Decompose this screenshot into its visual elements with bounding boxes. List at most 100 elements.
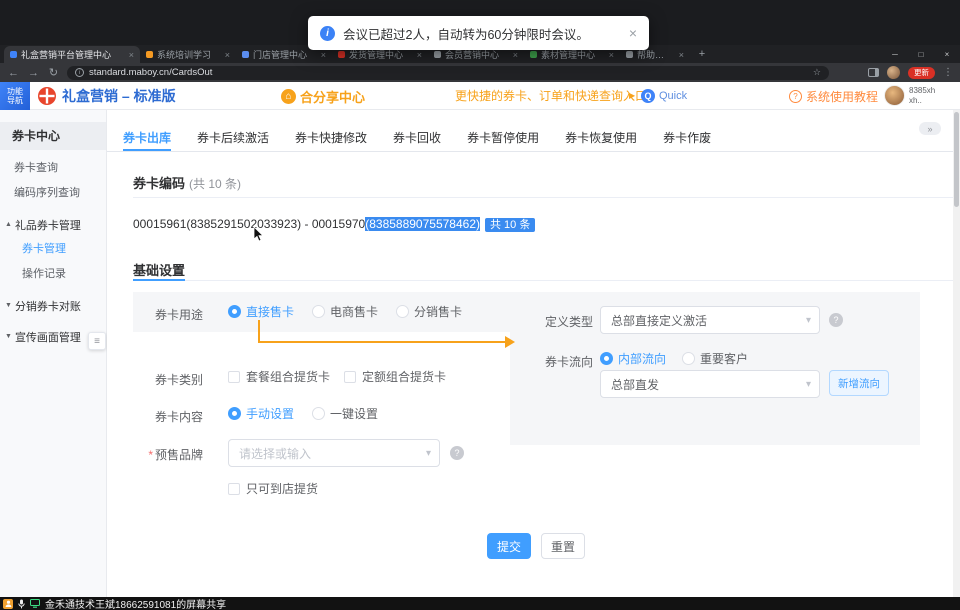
browser-profile-avatar[interactable] [887, 66, 900, 79]
side-panel-icon[interactable] [868, 68, 879, 77]
sidebar-group-gift-card-management[interactable]: ▲ 礼品券卡管理 [0, 212, 106, 237]
chrome-update-button[interactable]: 更新 [908, 67, 935, 79]
back-icon[interactable]: ← [7, 67, 20, 79]
tab-card-recycle[interactable]: 券卡回收 [393, 125, 441, 151]
checkbox-fixed-combo-pickup-card[interactable]: 定额组合提货卡 [344, 368, 446, 385]
radio-label: 分销售卡 [414, 303, 462, 320]
tab-title: 门店管理中心 [253, 48, 315, 61]
add-flow-button[interactable]: 新增流向 [829, 370, 889, 396]
toolbar-right: 更新 ⋮ [868, 66, 953, 79]
radio-label: 重要客户 [700, 350, 748, 367]
tab-close-icon[interactable]: × [513, 50, 518, 60]
reset-button[interactable]: 重置 [541, 533, 585, 559]
tab-card-pause[interactable]: 券卡暂停使用 [467, 125, 539, 151]
flow-value: 总部直发 [611, 376, 659, 393]
tab-close-icon[interactable]: × [321, 50, 326, 60]
sidebar-item-code-sequence-query[interactable]: 编码序列查询 [0, 181, 106, 206]
scrollbar-thumb[interactable] [954, 112, 959, 207]
site-info-icon[interactable]: i [75, 68, 84, 77]
checkbox-store-pickup-only[interactable]: 只可到店提货 [228, 480, 318, 497]
tab-close-icon[interactable]: × [129, 50, 134, 60]
radio-one-click-setup[interactable]: 一键设置 [312, 405, 378, 422]
tab-title: 系统培训学习 [157, 48, 219, 61]
forward-icon[interactable]: → [27, 67, 40, 79]
browser-menu-icon[interactable]: ⋮ [943, 67, 953, 78]
tab-close-icon[interactable]: × [417, 50, 422, 60]
flow-select[interactable]: 总部直发 ▾ [600, 370, 820, 398]
tab-card-void[interactable]: 券卡作废 [663, 125, 711, 151]
brand-select[interactable]: 请选择或输入 ▾ [228, 439, 440, 467]
define-type-help-icon[interactable]: ? [829, 313, 843, 327]
help-circle-icon: ? [789, 90, 802, 103]
radio-dot-icon [228, 407, 241, 420]
tab-close-icon[interactable]: × [679, 50, 684, 60]
browser-tab-active[interactable]: 礼盒营销平台管理中心 × [4, 46, 140, 63]
chevron-down-icon: ▾ [806, 379, 811, 390]
radio-important-customer[interactable]: 重要客户 [682, 350, 748, 367]
radio-ecommerce-sale[interactable]: 电商售卡 [312, 303, 378, 320]
nav-line1: 功能 [7, 87, 23, 96]
define-type-value: 总部直接定义激活 [611, 312, 707, 329]
function-nav-button[interactable]: 功能 导航 [0, 82, 30, 110]
microphone-icon[interactable] [18, 599, 25, 609]
toast-message: 会议已超过2人，自动转为60分钟限时会议。 [343, 24, 589, 43]
checkbox-combo-pickup-card[interactable]: 套餐组合提货卡 [228, 368, 330, 385]
share-center-link[interactable]: ⌂ 合分享中心 [281, 82, 365, 110]
quick-q-icon[interactable]: Q [641, 89, 655, 103]
url-text[interactable]: standard.maboy.cn/CardsOut [89, 67, 212, 78]
radio-label: 一键设置 [330, 405, 378, 422]
bookmark-star-icon[interactable]: ☆ [813, 67, 821, 78]
address-bar[interactable]: i standard.maboy.cn/CardsOut ☆ [67, 66, 829, 80]
toast-close-icon[interactable]: × [629, 25, 637, 41]
tutorial-link[interactable]: ? 系统使用教程 [789, 82, 878, 110]
sidebar-collapse-button[interactable]: ≡ [88, 332, 106, 350]
sidebar-title: 券卡中心 [0, 122, 106, 150]
tab-card-activate[interactable]: 券卡后续激活 [197, 125, 269, 151]
radio-direct-sale[interactable]: 直接售卡 [228, 303, 294, 320]
category-label: 券卡类别 [133, 371, 203, 388]
define-type-select[interactable]: 总部直接定义激活 ▾ [600, 306, 820, 334]
pointer-icon: ▶ [629, 82, 635, 110]
user-name-line2: xh.. [909, 96, 935, 106]
code-section-title: 券卡编码(共 10 条) [133, 173, 241, 192]
tab-close-icon[interactable]: × [609, 50, 614, 60]
sidebar-group-distribution-reconcile[interactable]: ▼ 分销券卡对账 [0, 293, 106, 318]
panel-collapse-button[interactable]: » [919, 122, 941, 135]
basic-settings-title: 基础设置 [133, 260, 185, 279]
tab-card-quick-edit[interactable]: 券卡快捷修改 [295, 125, 367, 151]
app-title: 礼盒营销 – 标准版 [62, 82, 176, 110]
chevron-down-icon: ▾ [806, 315, 811, 326]
tab-close-icon[interactable]: × [225, 50, 230, 60]
sidebar-item-card-management[interactable]: 券卡管理 [0, 237, 106, 262]
main-content: 券卡出库 券卡后续激活 券卡快捷修改 券卡回收 券卡暂停使用 券卡恢复使用 券卡… [107, 110, 953, 597]
tutorial-label: 系统使用教程 [806, 88, 878, 105]
radio-dot-icon [312, 305, 325, 318]
window-maximize-icon[interactable]: □ [908, 45, 934, 63]
checkbox-icon [228, 483, 240, 495]
page-scrollbar[interactable] [953, 110, 960, 597]
radio-manual-setup[interactable]: 手动设置 [228, 405, 294, 422]
window-minimize-icon[interactable]: ─ [882, 45, 908, 63]
sidebar-item-operation-record[interactable]: 操作记录 [0, 262, 106, 287]
quick-link[interactable]: Quick [659, 82, 687, 110]
reload-icon[interactable]: ↻ [47, 66, 60, 79]
code-section-label: 券卡编码 [133, 176, 185, 191]
radio-label: 直接售卡 [246, 303, 294, 320]
brand-help-icon[interactable]: ? [450, 446, 464, 460]
tab-card-resume[interactable]: 券卡恢复使用 [565, 125, 637, 151]
radio-dot-icon [228, 305, 241, 318]
radio-dot-icon [682, 352, 695, 365]
tab-favicon-icon [338, 51, 345, 58]
radio-dot-icon [600, 352, 613, 365]
sidebar-item-card-query[interactable]: 券卡查询 [0, 156, 106, 181]
user-avatar[interactable] [884, 85, 905, 106]
submit-button[interactable]: 提交 [487, 533, 531, 559]
tab-favicon-icon [626, 51, 633, 58]
browser-tab[interactable]: 系统培训学习 × [140, 46, 236, 63]
new-tab-button[interactable]: + [694, 46, 710, 62]
tab-card-outbound[interactable]: 券卡出库 [123, 125, 171, 151]
radio-distribution-sale[interactable]: 分销售卡 [396, 303, 462, 320]
meeting-toast: i 会议已超过2人，自动转为60分钟限时会议。 × [308, 16, 649, 50]
window-close-icon[interactable]: × [934, 45, 960, 63]
radio-internal-flow[interactable]: 内部流向 [600, 350, 666, 367]
